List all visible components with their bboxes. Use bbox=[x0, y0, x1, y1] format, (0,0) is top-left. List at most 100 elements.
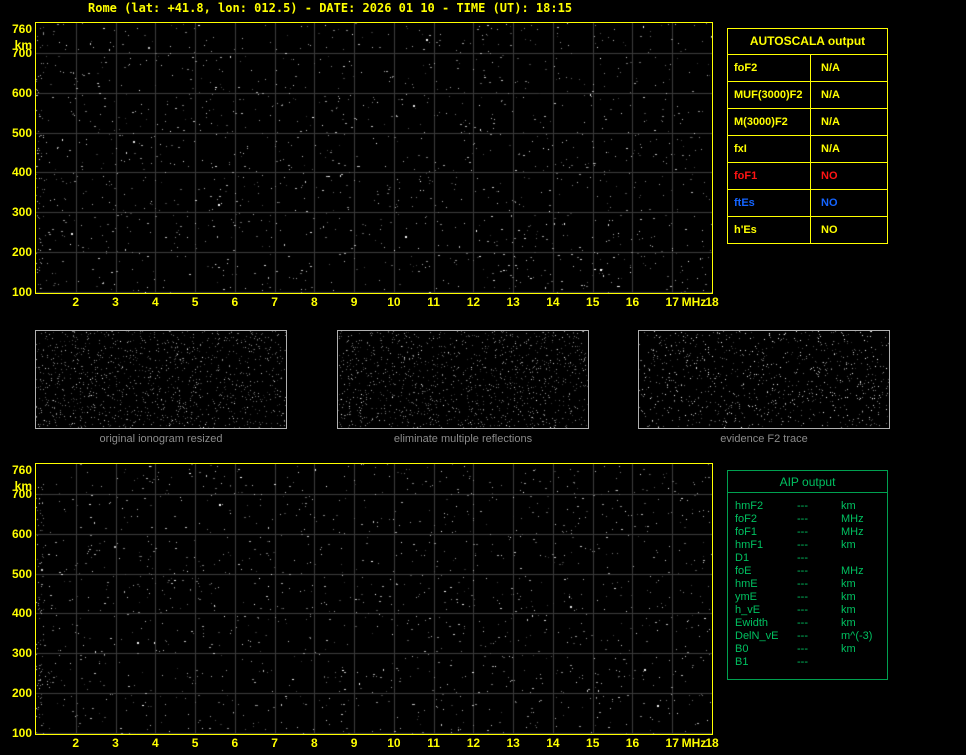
autoscala-param-label: h'Es bbox=[728, 217, 811, 243]
x-tick-label: 10 bbox=[387, 736, 401, 750]
aip-row: Ewidth --- km bbox=[735, 617, 887, 630]
aip-param-value: --- bbox=[797, 604, 808, 616]
aip-param-unit: km bbox=[841, 617, 856, 629]
x-tick-label: 13 bbox=[506, 736, 520, 750]
y-tick-label: 400 bbox=[11, 165, 32, 180]
x-tick-label: 12 bbox=[466, 736, 481, 750]
x-tick-label: 9 bbox=[350, 736, 358, 750]
aip-param-unit: MHz bbox=[841, 526, 864, 538]
thumbnail-original-canvas bbox=[36, 331, 286, 428]
thumbnail-eliminate-canvas bbox=[338, 331, 588, 428]
aip-row: hmE --- km bbox=[735, 578, 887, 591]
x-tick-label: 6 bbox=[231, 295, 239, 309]
y-axis-top: 760 km 700 600 500 400 300 200 100 bbox=[0, 21, 32, 299]
aip-row: DelN_vE --- m^(-3) bbox=[735, 630, 887, 643]
x-tick-label: 17 bbox=[665, 736, 679, 750]
y-tick-label: 300 bbox=[11, 205, 32, 220]
x-axis-unit-label: MHz bbox=[681, 295, 707, 309]
aip-param-label: foE bbox=[735, 565, 752, 577]
autoscala-param-label: foF2 bbox=[728, 55, 811, 81]
y-tick-label: 300 bbox=[11, 646, 32, 661]
aip-row: hmF1 --- km bbox=[735, 539, 887, 552]
aip-param-label: DelN_vE bbox=[735, 630, 779, 642]
x-tick-label: 18 bbox=[705, 295, 719, 309]
aip-param-label: B1 bbox=[735, 656, 749, 668]
autoscala-param-label: foF1 bbox=[728, 163, 811, 189]
y-tick-label: 500 bbox=[11, 566, 32, 581]
thumbnail-eliminate-reflections bbox=[337, 330, 589, 429]
aip-row: ymE --- km bbox=[735, 591, 887, 604]
thumbnail-caption-eliminate: eliminate multiple reflections bbox=[393, 433, 533, 445]
x-tick-label: 16 bbox=[625, 295, 640, 309]
ionogram-autoscala-plot: 760 km 700 600 500 400 300 200 100 2 3 4 5 6 7 8 9 10 11 1… bbox=[12, 22, 719, 309]
x-tick-label: 11 bbox=[427, 736, 440, 750]
aip-row: foE --- MHz bbox=[735, 565, 887, 578]
aip-param-label: hmF1 bbox=[735, 539, 764, 551]
autoscala-row: M(3000)F2 N/A bbox=[728, 108, 887, 135]
autoscala-row: ftEs NO bbox=[728, 189, 887, 216]
x-axis-top: 2 3 4 5 6 7 8 9 10 11 12 13 14 15 16 17 18 MHz bbox=[36, 295, 718, 311]
aip-param-unit: km bbox=[841, 539, 856, 551]
ionogram-aip-plot: 760 km 700 600 500 400 300 200 100 2 3 4 5 6 7 8 9 10 11 1… bbox=[12, 463, 719, 750]
aip-row: foF2 --- MHz bbox=[735, 513, 887, 526]
x-tick-label: 5 bbox=[191, 736, 199, 750]
x-tick-label: 5 bbox=[191, 295, 199, 309]
aip-output-table: AIP output hmF2 --- km foF2 --- MHz foF1 --- MHz… bbox=[727, 470, 888, 680]
aip-param-label: h_vE bbox=[735, 604, 761, 616]
aip-row: h_vE --- km bbox=[735, 604, 887, 617]
aip-param-value: --- bbox=[797, 513, 808, 525]
x-tick-label: 11 bbox=[427, 295, 440, 309]
aip-param-unit: km bbox=[841, 591, 856, 603]
aip-param-unit: km bbox=[841, 604, 856, 616]
aip-param-value: --- bbox=[797, 552, 808, 564]
x-tick-label: 15 bbox=[586, 736, 600, 750]
autoscala-row: MUF(3000)F2 N/A bbox=[728, 81, 887, 108]
y-tick-label: 200 bbox=[11, 244, 32, 259]
aip-param-value: --- bbox=[797, 617, 808, 629]
y-tick-label: 760 bbox=[11, 21, 32, 36]
x-tick-label: 4 bbox=[151, 295, 159, 309]
y-tick-label: 400 bbox=[11, 606, 32, 621]
autoscala-table-header: AUTOSCALA output bbox=[749, 34, 866, 48]
aip-param-label: foF1 bbox=[735, 526, 758, 538]
x-tick-label: 12 bbox=[466, 295, 481, 309]
autoscala-param-value: N/A bbox=[821, 62, 840, 74]
x-tick-label: 2 bbox=[72, 295, 80, 309]
ionogram-autoscala-canvas bbox=[36, 23, 712, 293]
x-tick-label: 9 bbox=[350, 295, 358, 309]
y-tick-label: 600 bbox=[11, 526, 32, 541]
x-tick-label: 3 bbox=[112, 295, 119, 309]
y-tick-label: 760 bbox=[11, 462, 32, 477]
aip-param-label: hmE bbox=[735, 578, 758, 590]
aip-param-label: Ewidth bbox=[735, 617, 769, 629]
autoscala-row: foF1 NO bbox=[728, 162, 887, 189]
aip-param-label: D1 bbox=[735, 552, 750, 564]
y-tick-label: 700 bbox=[11, 45, 32, 60]
aip-param-value: --- bbox=[797, 643, 808, 655]
autoscala-param-label: MUF(3000)F2 bbox=[728, 82, 811, 108]
autoscala-param-value: N/A bbox=[821, 116, 840, 128]
autoscala-param-label: M(3000)F2 bbox=[728, 109, 811, 135]
x-tick-label: 3 bbox=[112, 736, 119, 750]
aip-row: B0 --- km bbox=[735, 643, 887, 656]
aip-param-value: --- bbox=[797, 565, 808, 577]
x-axis-unit-label: MHz bbox=[681, 736, 707, 750]
y-tick-label: 600 bbox=[11, 85, 32, 100]
aip-param-label: foF2 bbox=[735, 513, 758, 525]
aip-param-unit: MHz bbox=[841, 513, 864, 525]
aip-param-value: --- bbox=[797, 539, 808, 551]
x-axis-bottom: 2 3 4 5 6 7 8 9 10 11 12 13 14 15 16 17 18 MHz bbox=[36, 736, 718, 752]
thumbnail-evidence-f2 bbox=[638, 330, 890, 429]
aip-param-unit bbox=[841, 552, 887, 565]
autoscala-param-value: NO bbox=[821, 197, 838, 209]
x-tick-label: 18 bbox=[705, 736, 719, 750]
aip-table-rows: hmF2 --- km foF2 --- MHz foF1 --- MHz hmF1 --- km D1… bbox=[728, 493, 887, 669]
aip-param-unit bbox=[841, 656, 887, 669]
y-tick-label: 100 bbox=[11, 284, 32, 299]
y-tick-label: 100 bbox=[11, 725, 32, 740]
x-tick-label: 16 bbox=[625, 736, 640, 750]
x-tick-label: 17 bbox=[665, 295, 679, 309]
autoscala-param-label: ftEs bbox=[728, 190, 811, 216]
y-axis-bottom: 760 km 700 600 500 400 300 200 100 bbox=[0, 462, 32, 740]
aip-param-value: --- bbox=[797, 591, 808, 603]
